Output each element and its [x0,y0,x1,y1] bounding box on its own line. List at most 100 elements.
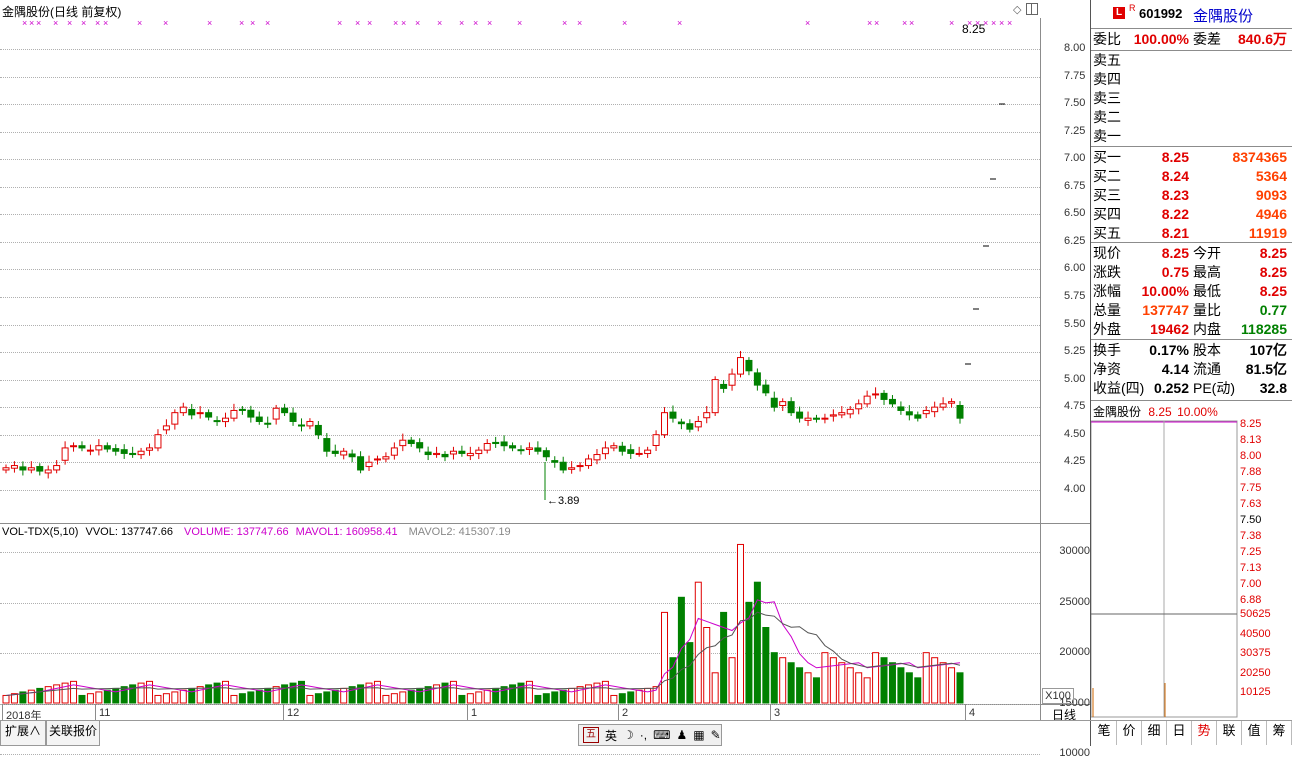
punctuation-icon[interactable]: ·, [640,728,647,742]
volume-bar [939,662,947,704]
candle-body [27,467,35,471]
volume-bar [922,652,930,704]
divider [1091,242,1292,243]
stat-value: 0.75 [1161,264,1189,280]
buy-volume: 9093 [1255,187,1287,203]
stats-row: 换手 0.17% 股本 107亿 [1093,341,1289,360]
volume-bar [812,677,820,704]
view-tab[interactable]: 筹 [1267,721,1292,745]
volume-tick-label: 10000 [1059,747,1090,759]
candle-body [948,401,956,404]
candle-body [720,383,728,389]
candle-body [483,443,491,451]
intraday-stock-name: 金隅股份 [1093,405,1142,419]
stat-value: 107亿 [1249,342,1287,358]
candle-body [314,424,322,436]
view-tab[interactable]: 势 [1192,721,1217,745]
volume-bar [694,581,702,704]
stat-label: 流通 [1193,361,1221,377]
candle-body [466,452,474,457]
signal-marker: × [577,18,582,28]
volume-bar [804,672,812,704]
stat-label: 今开 [1193,245,1221,261]
candle-body [812,417,820,420]
volume-bar [196,686,204,704]
candle-body [433,452,441,456]
user-icon[interactable]: ♟ [676,728,687,742]
keyboard-icon[interactable]: ⌨ [653,728,670,742]
stat-label: 股本 [1193,342,1221,358]
moon-icon[interactable]: ☽ [623,728,634,742]
buy-row: 买三 8.23 9093 [1093,186,1289,205]
intraday-price-tick: 8.25 [1240,418,1262,430]
signal-marker: × [874,18,879,28]
divider [1091,400,1292,401]
wrench-icon[interactable]: ✎ [711,728,721,742]
kline-chart-area[interactable]: 金隅股份(日线 前复权) ◇ 8.00 7.75 7.50 7.25 7.00 6.75 6… [0,0,1090,759]
sell-row: 卖四 [1093,70,1289,89]
view-tab[interactable]: 联 [1217,721,1242,745]
volume-bar [779,657,787,704]
candle-body [728,373,736,386]
candle-body [458,450,466,454]
volume-bar [407,689,415,704]
signal-marker: × [487,18,492,28]
candle-body [146,447,154,451]
date-tick-label: 2 [622,707,629,719]
candle-body [787,401,795,414]
buy-row: 买五 8.21 11919 [1093,224,1289,243]
candle-body [922,409,930,415]
volume-bar [154,694,162,704]
volume-bar [644,687,652,704]
view-tab[interactable]: 价 [1117,721,1142,745]
volume-bar [686,642,694,704]
english-mode-icon[interactable]: 英 [605,727,617,744]
candle-body [779,401,787,406]
candle-body [171,412,179,425]
volume-bar [483,689,491,704]
buy-label: 买三 [1093,187,1121,203]
candle-body [407,439,415,445]
candle-body [880,392,888,400]
intraday-volume-tick: 10125 [1240,686,1271,698]
signal-marker: × [401,18,406,28]
volume-bar [424,686,432,704]
volume-bar [677,596,685,704]
volume-bar [948,667,956,704]
signal-marker: × [163,18,168,28]
view-tab[interactable]: 日 [1167,721,1192,745]
volume-gridline [0,754,1040,756]
bottom-tab[interactable]: 关联报价 [46,720,100,746]
signal-marker: × [103,18,108,28]
wubi-icon[interactable]: 五 [583,727,599,743]
signal-marker: × [393,18,398,28]
intraday-pct: 10.00% [1177,405,1218,419]
volume-bar [340,687,348,704]
date-tick [965,704,966,720]
bottom-tab[interactable]: 扩展∧ [0,720,46,746]
view-tab[interactable]: 笔 [1092,721,1117,745]
stat-value: 0.252 [1153,380,1189,396]
candle-body [939,403,947,408]
candle-body [804,417,812,421]
stats-row: 总量 137747 量比 0.77 [1093,301,1289,320]
view-tab[interactable]: 值 [1242,721,1267,745]
signal-marker: × [991,18,996,28]
stats-row: 外盘 19462 内盘 118285 [1093,320,1289,339]
volume-tick-label: 20000 [1059,646,1090,659]
sell-row: 卖五 [1093,51,1289,70]
candle-body [475,449,483,455]
candle-body [247,409,255,418]
date-tick-label: 11 [99,707,111,719]
intraday-price-tick: 7.00 [1240,578,1262,590]
sell-label: 卖一 [1093,128,1121,144]
candle-body [694,420,702,428]
candle-body [525,447,533,450]
candle-body [230,409,238,419]
volume-bar [576,686,584,704]
stat-value: 10.00% [1141,283,1189,299]
grid-icon[interactable]: ▦ [693,728,704,742]
view-tab[interactable]: 细 [1142,721,1167,745]
candle-body [905,411,913,416]
volume-bar [542,693,550,704]
